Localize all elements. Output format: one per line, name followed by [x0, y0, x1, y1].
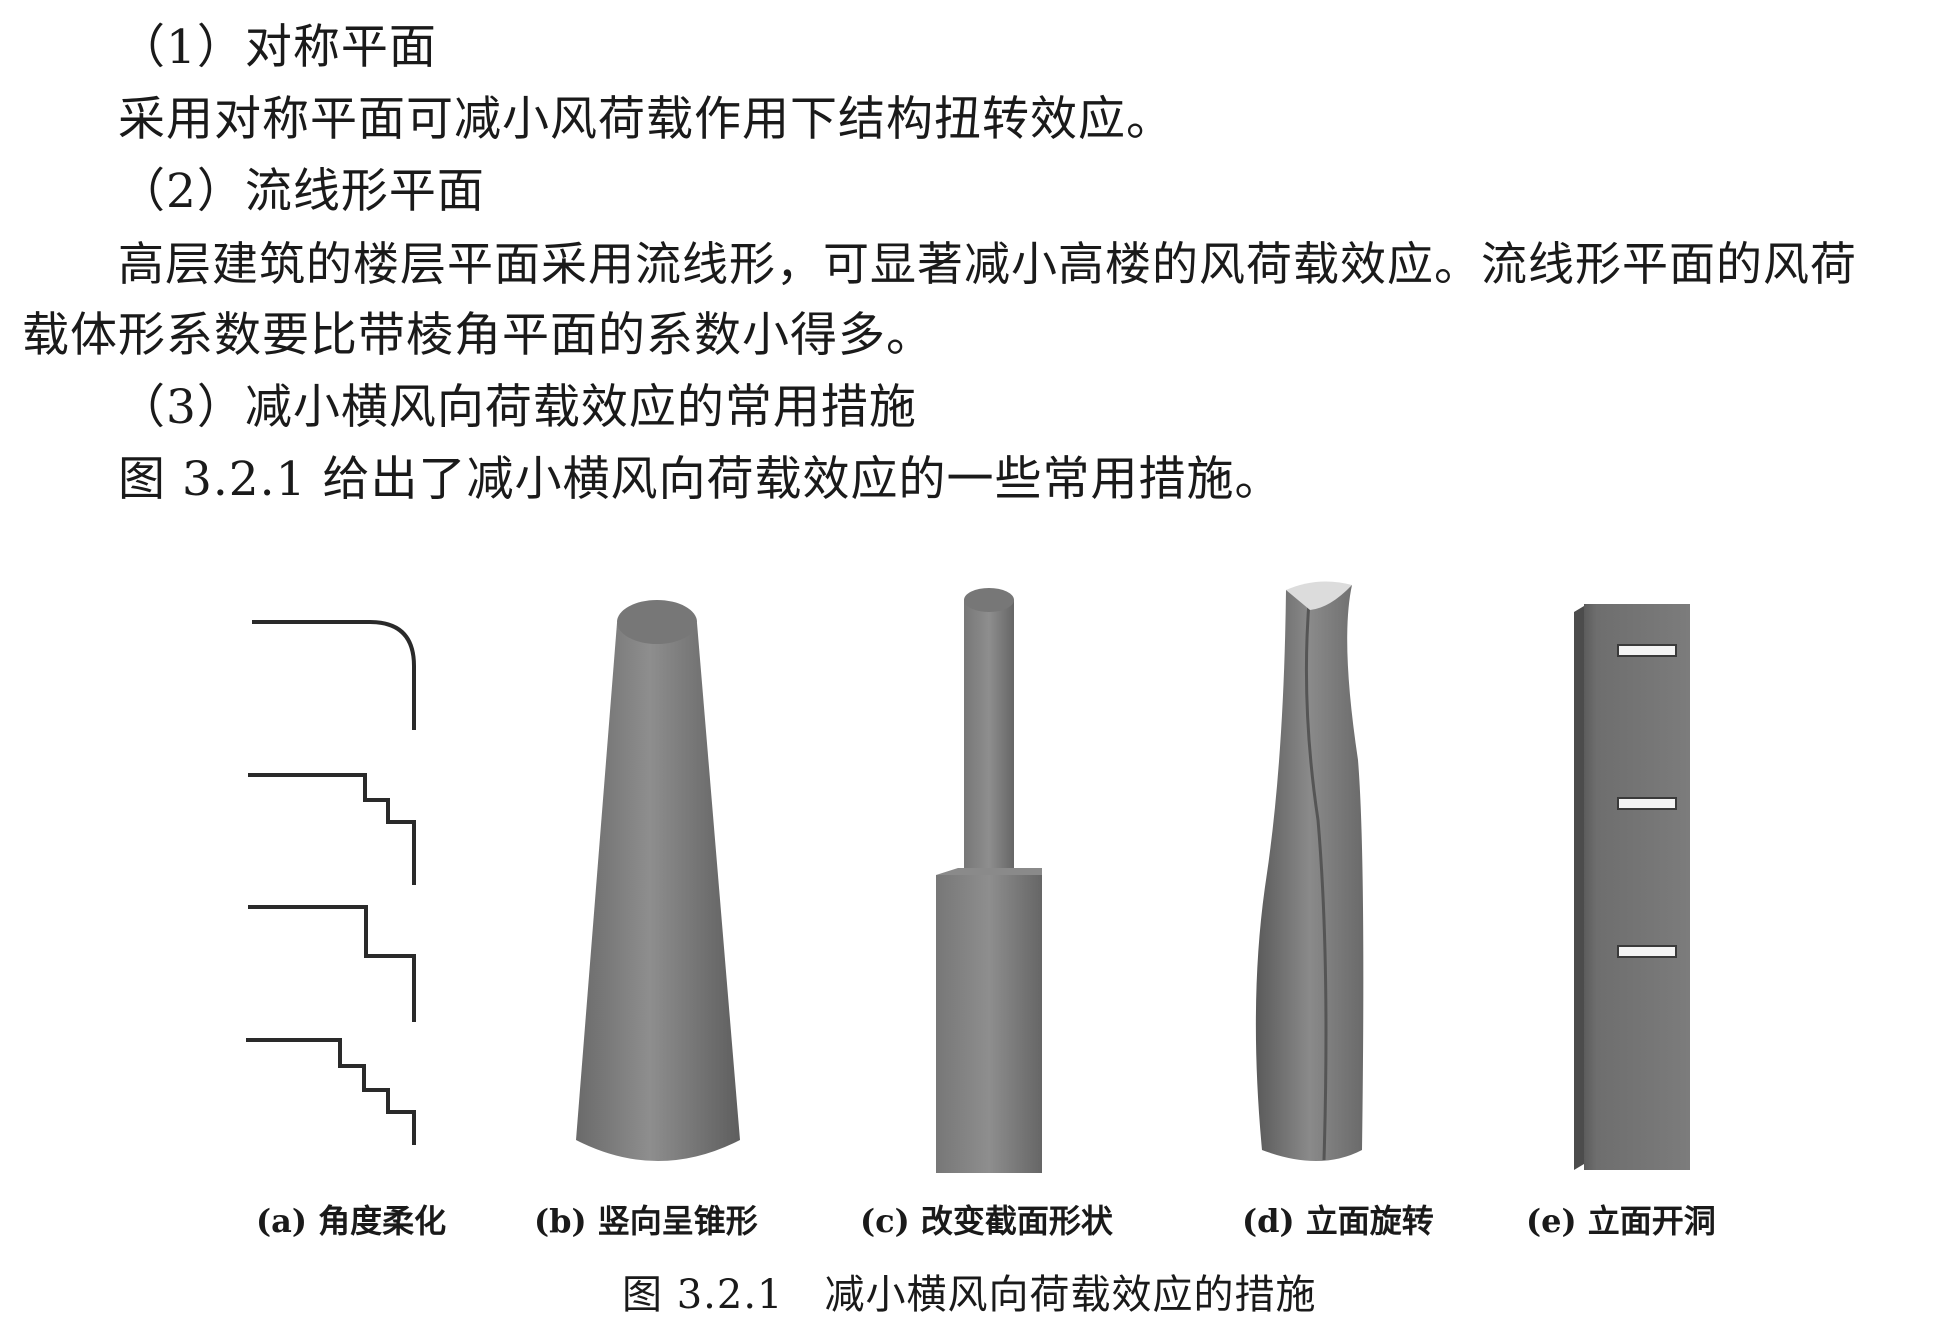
corner-softening-outlines	[246, 620, 416, 1145]
rounded-corner-outline	[252, 620, 416, 730]
chamfered-corner-outline	[248, 773, 416, 885]
figure-title: 图 3.2.1 减小横风向荷载效应的措施	[622, 1272, 1317, 1318]
stepped-corner-outline	[246, 1038, 416, 1145]
facade-opening-1	[1617, 644, 1677, 657]
recessed-corner-outline	[248, 905, 416, 1022]
caption-c: (c) 改变截面形状	[860, 1202, 1113, 1240]
tapered-tower	[576, 600, 740, 1161]
figure-3-2-1	[246, 581, 1690, 1173]
facade-opening-3	[1617, 945, 1677, 958]
caption-d: (d) 立面旋转	[1242, 1202, 1434, 1240]
cross-section-change-tower	[936, 588, 1042, 1173]
caption-a: (a) 角度柔化	[256, 1202, 447, 1240]
facade-opening-2	[1617, 797, 1677, 810]
caption-b: (b) 竖向呈锥形	[534, 1202, 758, 1240]
twisted-tower	[1255, 581, 1364, 1161]
caption-e: (e) 立面开洞	[1526, 1202, 1716, 1240]
perforated-tower	[1574, 604, 1690, 1170]
